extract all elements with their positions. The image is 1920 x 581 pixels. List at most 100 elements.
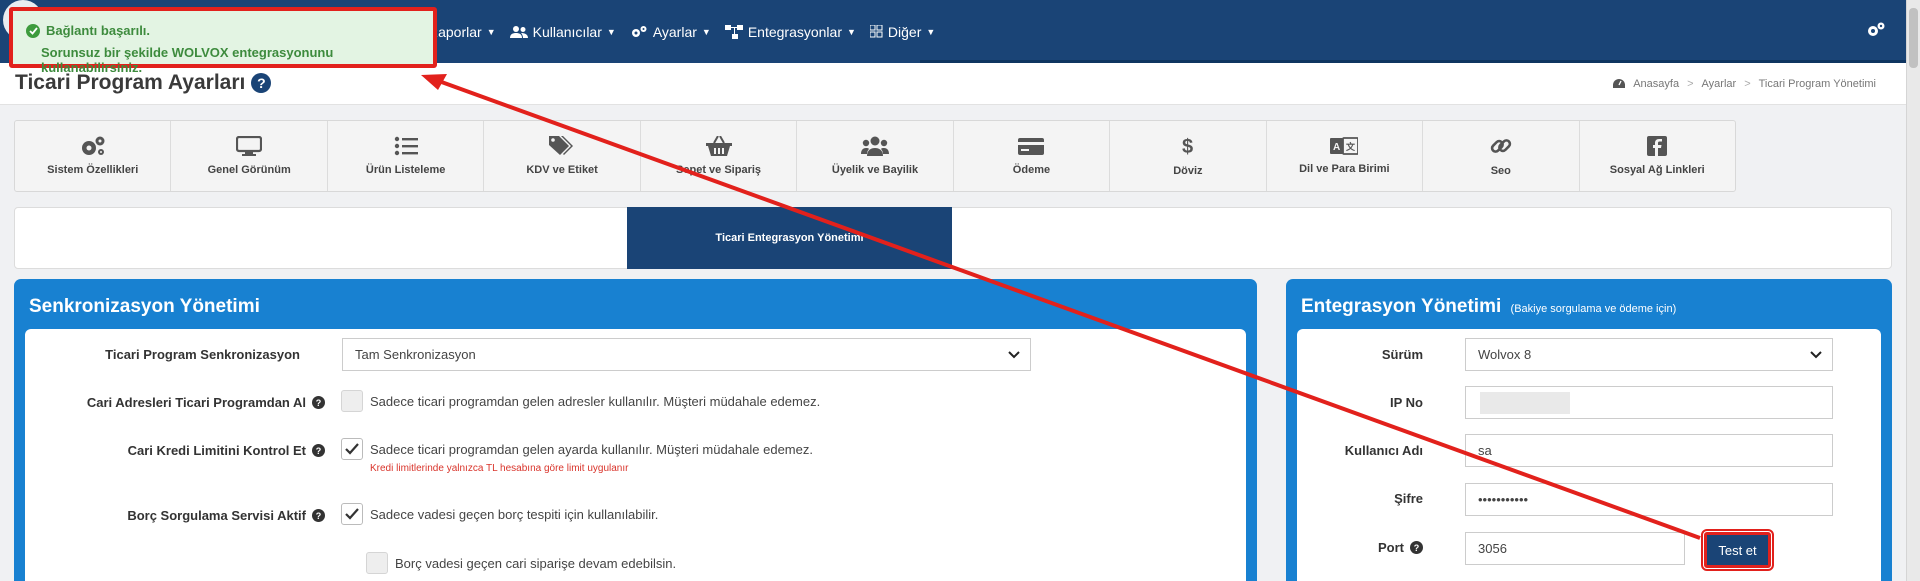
address-sync-label: Cari Adresleri Ticari Programdan Al ? xyxy=(0,395,325,410)
ip-label: IP No xyxy=(1297,395,1423,410)
caret-down-icon: ▼ xyxy=(486,26,496,37)
menu-integrations[interactable]: Entegrasyonlar ▼ xyxy=(724,24,856,40)
question-icon[interactable]: ? xyxy=(1410,541,1423,554)
tab-cart-order[interactable]: Sepet ve Sipariş xyxy=(641,121,798,191)
page-scrollbar[interactable] xyxy=(1906,0,1920,581)
tab-label: Sosyal Ağ Linkleri xyxy=(1609,164,1705,176)
username-input[interactable]: sa xyxy=(1465,434,1833,467)
tab-vat-label[interactable]: KDV ve Etiket xyxy=(484,121,641,191)
question-icon[interactable]: ? xyxy=(312,444,325,457)
subtab-label: Ticari Entegrasyon Yönetimi xyxy=(715,232,864,244)
tab-label: Ürün Listeleme xyxy=(365,164,446,176)
nav-item-label: Diğer xyxy=(887,23,922,40)
toast-message: Sorunsuz bir şekilde WOLVOX entegrasyonu… xyxy=(41,45,334,75)
address-sync-checkbox[interactable] xyxy=(341,390,363,412)
ip-input[interactable] xyxy=(1465,386,1833,419)
subtab-bar xyxy=(14,207,1892,269)
scrollbar-thumb[interactable] xyxy=(1909,8,1918,68)
menu-other[interactable]: Diğer ▼ xyxy=(869,23,935,40)
link-icon xyxy=(1490,139,1512,153)
field-label: Cari Kredi Limitini Kontrol Et xyxy=(127,443,306,458)
question-icon[interactable]: ? xyxy=(312,396,325,409)
overdue-continue-checkbox[interactable] xyxy=(366,552,388,574)
version-select[interactable]: Wolvox 8 xyxy=(1465,338,1833,371)
tab-seo[interactable]: Seo xyxy=(1423,121,1580,191)
credit-limit-label: Cari Kredi Limitini Kontrol Et ? xyxy=(0,443,325,458)
caret-down-icon: ▼ xyxy=(701,26,711,37)
debt-query-label: Borç Sorgulama Servisi Aktif ? xyxy=(0,508,325,523)
caret-down-icon: ▼ xyxy=(606,26,616,37)
field-label: Borç Sorgulama Servisi Aktif xyxy=(127,508,306,523)
check-icon xyxy=(345,443,359,455)
sync-panel: Senkronizasyon Yönetimi Ticari Program S… xyxy=(14,279,1257,581)
subtab-commercial-integration[interactable]: Ticari Entegrasyon Yönetimi xyxy=(627,207,952,269)
password-label: Şifre xyxy=(1297,491,1423,506)
field-label: Ticari Program Senkronizasyon xyxy=(105,347,300,362)
tab-payment[interactable]: Ödeme xyxy=(954,121,1111,191)
field-label: Port xyxy=(1378,540,1404,555)
tab-language-currency[interactable]: A文 Dil ve Para Birimi xyxy=(1267,121,1424,191)
tab-label: Dil ve Para Birimi xyxy=(1299,163,1390,175)
chevron-down-icon xyxy=(1008,351,1020,359)
gears-icon xyxy=(631,25,647,37)
tab-label: KDV ve Etiket xyxy=(526,164,598,176)
credit-limit-note: Kredi limitlerinde yalnızca TL hesabına … xyxy=(370,463,629,474)
menu-settings[interactable]: Ayarlar ▼ xyxy=(630,24,711,40)
overdue-continue-text: Borç vadesi geçen cari siparişe devam ed… xyxy=(395,556,677,571)
svg-text:$: $ xyxy=(1182,136,1193,157)
settings-tabbar: Sistem Özellikleri Genel Görünüm Ürün Li… xyxy=(14,120,1736,192)
integration-panel-title: Entegrasyon Yönetimi (Bakiye sorgulama v… xyxy=(1301,296,1676,318)
toast-title-row: Bağlantı başarılı. xyxy=(26,23,150,38)
breadcrumb-settings[interactable]: Ayarlar xyxy=(1702,78,1737,90)
version-label: Sürüm xyxy=(1297,347,1423,362)
credit-limit-text: Sadece ticari programdan gelen ayarda ku… xyxy=(370,442,813,457)
credit-card-icon xyxy=(1018,138,1045,155)
button-label: Test et xyxy=(1718,542,1757,558)
language-icon: A文 xyxy=(1330,137,1359,155)
tab-social-links[interactable]: Sosyal Ağ Linkleri xyxy=(1580,121,1735,191)
tab-label: Ödeme xyxy=(1012,164,1051,176)
tab-general-view[interactable]: Genel Görünüm xyxy=(171,121,328,191)
menu-reports[interactable]: Raporlar ▼ xyxy=(428,24,496,40)
password-input[interactable]: ••••••••••• xyxy=(1465,483,1833,516)
svg-text:A: A xyxy=(1333,142,1340,153)
tab-product-listing[interactable]: Ürün Listeleme xyxy=(328,121,485,191)
integration-title: Entegrasyon Yönetimi xyxy=(1301,296,1502,317)
tab-system-features[interactable]: Sistem Özellikleri xyxy=(15,121,172,191)
tab-label: Sepet ve Sipariş xyxy=(676,164,762,176)
tab-label: Sistem Özellikleri xyxy=(47,164,139,176)
credit-limit-checkbox[interactable] xyxy=(341,438,363,460)
sync-panel-body: Ticari Program Senkronizasyon Tam Senkro… xyxy=(25,329,1246,581)
tab-label: Döviz xyxy=(1173,165,1203,177)
select-value: Tam Senkronizasyon xyxy=(355,347,476,362)
tab-currency[interactable]: $ Döviz xyxy=(1110,121,1267,191)
success-toast: Bağlantı başarılı. Sorunsuz bir şekilde … xyxy=(9,7,437,75)
redacted-ip-value xyxy=(1480,392,1570,414)
nav-item-label: Kullanıcılar xyxy=(532,23,602,40)
dashboard-icon xyxy=(1613,79,1626,88)
program-sync-select[interactable]: Tam Senkronizasyon xyxy=(342,338,1031,371)
tab-membership-dealer[interactable]: Üyelik ve Bayilik xyxy=(797,121,954,191)
menu-users[interactable]: Kullanıcılar ▼ xyxy=(509,23,616,40)
svg-text:文: 文 xyxy=(1345,141,1356,152)
username-label: Kullanıcı Adı xyxy=(1297,443,1423,458)
tab-label: Üyelik ve Bayilik xyxy=(831,164,919,176)
breadcrumb-home[interactable]: Anasayfa xyxy=(1633,78,1679,90)
field-label: Şifre xyxy=(1394,491,1423,506)
port-label: Port ? xyxy=(1297,540,1423,555)
help-icon[interactable]: ? xyxy=(251,73,272,93)
tab-label: Seo xyxy=(1490,165,1511,177)
test-connection-button[interactable]: Test et xyxy=(1701,529,1774,571)
debt-query-checkbox[interactable] xyxy=(341,503,363,525)
facebook-icon xyxy=(1647,136,1668,156)
question-icon[interactable]: ? xyxy=(312,509,325,522)
input-value: 3056 xyxy=(1478,541,1507,556)
users-icon xyxy=(509,25,528,38)
input-value: ••••••••••• xyxy=(1478,492,1529,507)
users-icon xyxy=(860,136,889,156)
cogs-icon xyxy=(81,136,105,155)
settings-gear-icon[interactable] xyxy=(1866,21,1886,42)
port-input[interactable]: 3056 xyxy=(1465,532,1685,565)
sitemap-icon xyxy=(724,24,743,39)
breadcrumb-separator: > xyxy=(1744,78,1751,90)
